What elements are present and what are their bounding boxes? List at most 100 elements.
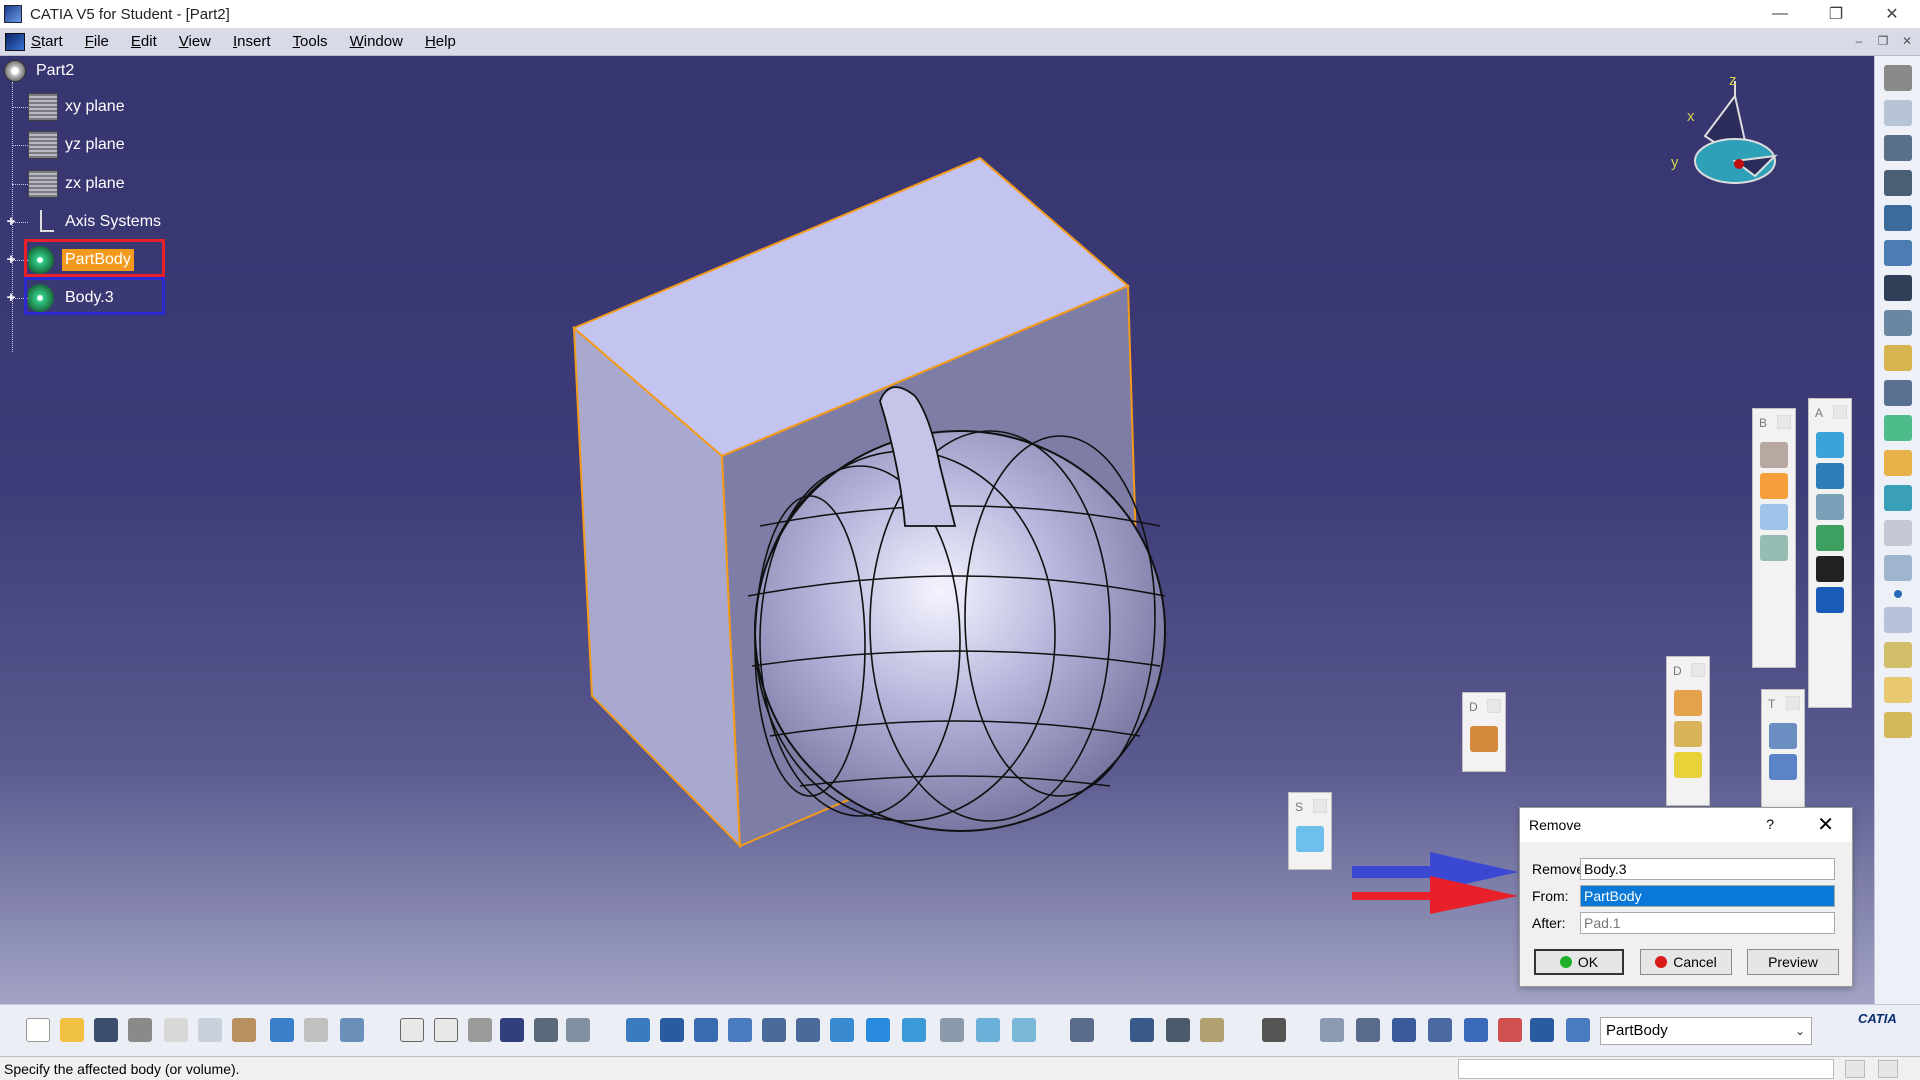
redo-icon[interactable] — [304, 1018, 328, 1042]
new-file-icon[interactable] — [26, 1018, 50, 1042]
tree-item-zx-plane[interactable]: zx plane — [12, 167, 128, 201]
status-button-2[interactable] — [1878, 1060, 1898, 1078]
whats-this-icon[interactable] — [340, 1018, 364, 1042]
toolbar-close-icon[interactable] — [1487, 699, 1501, 713]
pattern-icon[interactable] — [1816, 587, 1844, 613]
expand-icon[interactable]: + — [4, 214, 18, 229]
plane-tool-icon[interactable] — [1883, 520, 1912, 546]
zoom-out-icon[interactable] — [796, 1018, 820, 1042]
tree-item-yz-plane[interactable]: yz plane — [12, 128, 128, 162]
apply-material-bottom-icon[interactable] — [1200, 1018, 1224, 1042]
open-file-icon[interactable] — [60, 1018, 84, 1042]
solid-combine-icon[interactable] — [1883, 415, 1912, 441]
tree-item-xy-plane[interactable]: xy plane — [12, 90, 128, 124]
remove-field[interactable]: Body.3 — [1580, 858, 1835, 880]
work-object-dropdown[interactable]: PartBody ⌄ — [1600, 1017, 1812, 1045]
chart-icon[interactable] — [1464, 1018, 1488, 1042]
thicken-icon[interactable] — [1816, 556, 1844, 582]
update-icon[interactable] — [1070, 1018, 1094, 1042]
status-button-1[interactable] — [1845, 1060, 1865, 1078]
from-field[interactable]: PartBody — [1580, 885, 1835, 907]
menu-tools[interactable]: Tools — [293, 33, 328, 50]
constraint-icon[interactable] — [1130, 1018, 1154, 1042]
fly-mode-icon[interactable] — [626, 1018, 650, 1042]
line-icon[interactable] — [1883, 607, 1912, 633]
remove-multi-sections-icon[interactable] — [1883, 485, 1912, 511]
mirror-icon[interactable] — [1769, 754, 1797, 780]
help-button[interactable]: ? — [1766, 816, 1774, 832]
cut-icon[interactable] — [164, 1018, 188, 1042]
menu-help[interactable]: Help — [425, 33, 456, 50]
knowledge-icon[interactable] — [434, 1018, 458, 1042]
toolbar-close-icon[interactable] — [1833, 405, 1847, 419]
translation-icon[interactable] — [1769, 723, 1797, 749]
swap-visible-space-icon[interactable] — [1012, 1018, 1036, 1042]
remove-lump-icon[interactable] — [1760, 535, 1788, 561]
paste-icon[interactable] — [232, 1018, 256, 1042]
union-trim-icon[interactable] — [1760, 442, 1788, 468]
toolbar-close-icon[interactable] — [1777, 415, 1791, 429]
pocket-icon[interactable] — [1883, 170, 1912, 196]
shell-icon[interactable] — [1674, 752, 1702, 778]
compass[interactable]: z x y — [1665, 72, 1785, 196]
stiffener-icon[interactable] — [1883, 380, 1912, 406]
toolbar-close-icon[interactable] — [1313, 799, 1327, 813]
apply-material-icon[interactable] — [1883, 712, 1912, 738]
ok-button[interactable]: OK — [1534, 949, 1624, 975]
sew-surface-icon[interactable] — [1816, 525, 1844, 551]
toolbar-close-icon[interactable] — [1786, 696, 1800, 710]
pan-icon[interactable] — [694, 1018, 718, 1042]
multi-sections-icon[interactable] — [1883, 450, 1912, 476]
normal-view-icon[interactable] — [830, 1018, 854, 1042]
rotate-view-icon[interactable] — [1320, 1018, 1344, 1042]
define-in-work-object-icon[interactable] — [1566, 1018, 1590, 1042]
command-input[interactable] — [1458, 1059, 1834, 1079]
measure-icon[interactable] — [1883, 677, 1912, 703]
menu-window[interactable]: Window — [350, 33, 403, 50]
draft-icon[interactable] — [1470, 726, 1498, 752]
shaft-icon[interactable] — [1883, 205, 1912, 231]
rotate-icon[interactable] — [728, 1018, 752, 1042]
grab-icon[interactable] — [1356, 1018, 1380, 1042]
hole-icon[interactable] — [1883, 275, 1912, 301]
menu-insert[interactable]: Insert — [233, 33, 271, 50]
preview-button[interactable]: Preview — [1747, 949, 1839, 975]
toolbar-close-icon[interactable] — [1691, 663, 1705, 677]
expand-icon[interactable]: + — [4, 252, 18, 267]
tree-item-axis-systems[interactable]: + Axis Systems — [7, 205, 164, 239]
slot-icon[interactable] — [1883, 345, 1912, 371]
capture-icon[interactable] — [1262, 1018, 1286, 1042]
hide-show-icon[interactable] — [976, 1018, 1000, 1042]
groove-icon[interactable] — [1883, 240, 1912, 266]
pad-icon[interactable] — [1883, 135, 1912, 161]
restore-button[interactable]: ❐ — [1808, 0, 1864, 28]
formula-icon[interactable] — [400, 1018, 424, 1042]
chamfer-icon[interactable] — [1674, 721, 1702, 747]
minimize-button[interactable]: — — [1752, 0, 1808, 28]
catalog-icon[interactable] — [534, 1018, 558, 1042]
sketch-icon[interactable] — [1883, 100, 1912, 126]
cancel-button[interactable]: Cancel — [1640, 949, 1732, 975]
split-icon[interactable] — [1816, 432, 1844, 458]
menu-file[interactable]: File — [85, 33, 109, 50]
doc-minimize-button[interactable]: – — [1850, 32, 1868, 50]
close-surface-icon[interactable] — [1816, 494, 1844, 520]
axis-toolbar-icon[interactable] — [1392, 1018, 1416, 1042]
settings-gear-icon[interactable] — [1883, 65, 1912, 91]
tree-root[interactable]: Part2 — [4, 60, 74, 82]
3d-viewport[interactable]: Part2 xy plane yz plane zx plane + Axis … — [0, 56, 1874, 1004]
fillet-icon[interactable] — [1674, 690, 1702, 716]
doc-close-button[interactable]: ✕ — [1898, 32, 1916, 50]
shading-icon[interactable] — [940, 1018, 964, 1042]
menu-view[interactable]: View — [179, 33, 211, 50]
rib-icon[interactable] — [1883, 310, 1912, 336]
iso-view-icon[interactable] — [902, 1018, 926, 1042]
save-icon[interactable] — [94, 1018, 118, 1042]
decimal-icon[interactable] — [1428, 1018, 1452, 1042]
fit-all-icon[interactable] — [660, 1018, 684, 1042]
instantiate-icon[interactable] — [566, 1018, 590, 1042]
menu-edit[interactable]: Edit — [131, 33, 157, 50]
parameters-icon[interactable] — [468, 1018, 492, 1042]
close-button[interactable]: ✕ — [1864, 0, 1920, 28]
undo-icon[interactable] — [270, 1018, 294, 1042]
